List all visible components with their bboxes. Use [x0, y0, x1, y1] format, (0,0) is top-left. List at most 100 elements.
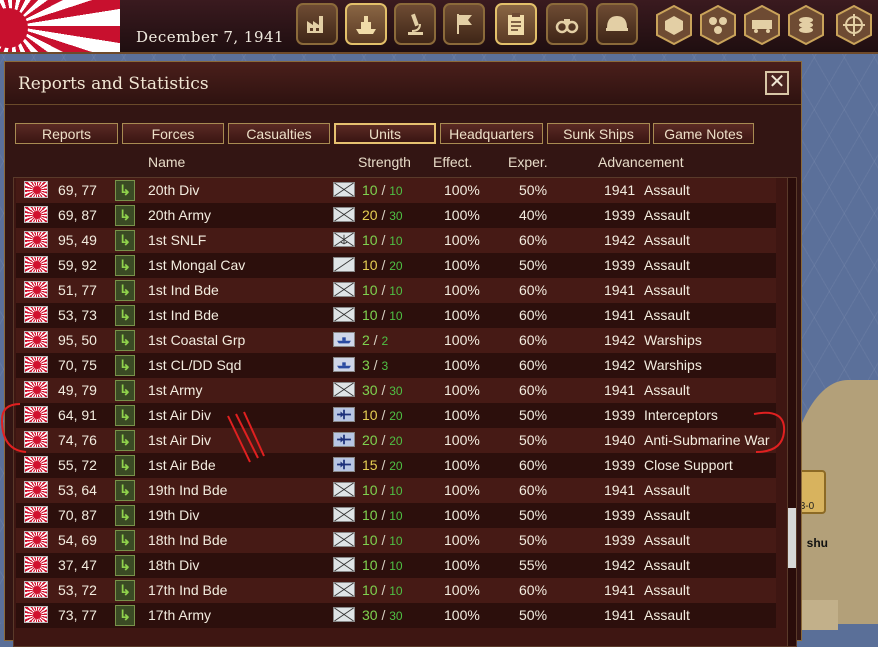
tab-sunk-ships[interactable]: Sunk Ships [547, 123, 650, 144]
tab-forces[interactable]: Forces [122, 123, 224, 144]
table-row[interactable]: 95, 49 ↳ 1st SNLF 10 / 10 100% 60% 1942 Assault [16, 228, 776, 253]
unit-strength-max: 10 [389, 184, 403, 198]
unit-strength: 15 / 20 [362, 457, 403, 473]
unit-name[interactable]: 1st Air Bde [148, 457, 216, 473]
unit-name[interactable]: 20th Army [148, 207, 211, 223]
table-row[interactable]: 69, 77 ↳ 20th Div 10 / 10 100% 50% 1941 Assault [16, 178, 776, 203]
unit-name[interactable]: 17th Army [148, 607, 211, 623]
goto-unit-button[interactable]: ↳ [115, 430, 135, 451]
unit-advancement-year: 1941 [604, 182, 636, 198]
unit-strength: 30 / 30 [362, 382, 403, 398]
goto-unit-button[interactable]: ↳ [115, 330, 135, 351]
table-row[interactable]: 49, 79 ↳ 1st Army 30 / 30 100% 60% 1941 Assault [16, 378, 776, 403]
unit-name[interactable]: 20th Div [148, 182, 199, 198]
column-header-effect[interactable]: Effect. [433, 154, 472, 170]
tab-game-notes[interactable]: Game Notes [653, 123, 754, 144]
table-row[interactable]: 64, 91 ↳ 1st Air Div 10 / 20 100% 50% 1939 Inte… [16, 403, 776, 428]
column-header-advancement[interactable]: Advancement [598, 154, 684, 170]
unit-type-air-icon [333, 407, 355, 422]
goto-unit-button[interactable]: ↳ [115, 405, 135, 426]
hex-tile-button[interactable] [655, 5, 693, 45]
goto-unit-button[interactable]: ↳ [115, 355, 135, 376]
table-row[interactable]: 55, 72 ↳ 1st Air Bde 15 / 20 100% 60% 1939 Clos… [16, 453, 776, 478]
unit-effectiveness: 100% [444, 557, 480, 573]
unit-advancement: Assault [644, 482, 690, 498]
unit-strength-current: 15 [362, 457, 378, 473]
goto-unit-button[interactable]: ↳ [115, 455, 135, 476]
tab-units[interactable]: Units [334, 123, 436, 144]
units-table: 69, 77 ↳ 20th Div 10 / 10 100% 50% 1941 Assault… [13, 177, 797, 647]
goto-unit-button[interactable]: ↳ [115, 505, 135, 526]
unit-name[interactable]: 1st Army [148, 382, 202, 398]
unit-name[interactable]: 1st Ind Bde [148, 307, 219, 323]
goto-unit-button[interactable]: ↳ [115, 180, 135, 201]
unit-name[interactable]: 17th Ind Bde [148, 582, 227, 598]
unit-name[interactable]: 19th Ind Bde [148, 482, 227, 498]
japan-flag-icon [24, 256, 48, 273]
naval-button[interactable] [345, 3, 387, 45]
supply-button[interactable] [743, 5, 781, 45]
army-button[interactable] [596, 3, 638, 45]
tab-headquarters[interactable]: Headquarters [440, 123, 543, 144]
table-row[interactable]: 70, 87 ↳ 19th Div 10 / 10 100% 50% 1939 Assault [16, 503, 776, 528]
reports-button[interactable] [495, 3, 537, 45]
table-row[interactable]: 95, 50 ↳ 1st Coastal Grp 2 / 2 100% 60% 1942 Wa… [16, 328, 776, 353]
tab-casualties[interactable]: Casualties [228, 123, 330, 144]
goto-unit-button[interactable]: ↳ [115, 555, 135, 576]
unit-name[interactable]: 1st Air Div [148, 407, 211, 423]
table-row[interactable]: 53, 72 ↳ 17th Ind Bde 10 / 10 100% 60% 1941 Ass… [16, 578, 776, 603]
table-row[interactable]: 37, 47 ↳ 18th Div 10 / 10 100% 55% 1942 Assault [16, 553, 776, 578]
unit-experience: 50% [519, 607, 548, 623]
tab-reports[interactable]: Reports [15, 123, 118, 144]
goto-unit-button[interactable]: ↳ [115, 230, 135, 251]
unit-strength-current: 10 [362, 507, 378, 523]
unit-name[interactable]: 19th Div [148, 507, 199, 523]
table-row[interactable]: 70, 75 ↳ 1st CL/DD Sqd 3 / 3 100% 60% 1942 Wars… [16, 353, 776, 378]
unit-name[interactable]: 1st Air Div [148, 432, 211, 448]
scrollbar-thumb[interactable] [788, 508, 796, 568]
economy-button[interactable] [787, 5, 825, 45]
table-row[interactable]: 73, 77 ↳ 17th Army 30 / 30 100% 50% 1941 Assaul… [16, 603, 776, 628]
research-button[interactable] [394, 3, 436, 45]
japan-flag-icon [24, 206, 48, 223]
goto-unit-button[interactable]: ↳ [115, 380, 135, 401]
goto-unit-button[interactable]: ↳ [115, 255, 135, 276]
column-header-name[interactable]: Name [148, 154, 185, 170]
goto-unit-button[interactable]: ↳ [115, 530, 135, 551]
unit-name[interactable]: 1st SNLF [148, 232, 206, 248]
unit-name[interactable]: 1st Ind Bde [148, 282, 219, 298]
table-row[interactable]: 53, 73 ↳ 1st Ind Bde 10 / 10 100% 60% 1941 Assa… [16, 303, 776, 328]
column-header-exper[interactable]: Exper. [508, 154, 548, 170]
column-header-strength[interactable]: Strength [358, 154, 411, 170]
goto-unit-button[interactable]: ↳ [115, 480, 135, 501]
unit-name[interactable]: 1st Mongal Cav [148, 257, 245, 273]
unit-name[interactable]: 1st Coastal Grp [148, 332, 245, 348]
table-row[interactable]: 74, 76 ↳ 1st Air Div 20 / 20 100% 50% 1940 Anti… [16, 428, 776, 453]
unit-experience: 60% [519, 382, 548, 398]
unit-name[interactable]: 18th Div [148, 557, 199, 573]
goto-unit-button[interactable]: ↳ [115, 205, 135, 226]
unit-effectiveness: 100% [444, 607, 480, 623]
game-date: December 7, 1941 [136, 28, 285, 46]
hex-grid-button[interactable] [699, 5, 737, 45]
table-row[interactable]: 53, 64 ↳ 19th Ind Bde 10 / 10 100% 60% 1941 Ass… [16, 478, 776, 503]
intelligence-button[interactable] [546, 3, 588, 45]
production-button[interactable] [296, 3, 338, 45]
goto-unit-button[interactable]: ↳ [115, 580, 135, 601]
objectives-button[interactable] [443, 3, 485, 45]
unit-strength-current: 10 [362, 182, 378, 198]
goto-unit-button[interactable]: ↳ [115, 305, 135, 326]
unit-advancement: Interceptors [644, 407, 718, 423]
table-row[interactable]: 59, 92 ↳ 1st Mongal Cav 10 / 20 100% 50% 1939 A… [16, 253, 776, 278]
goto-unit-button[interactable]: ↳ [115, 280, 135, 301]
close-button[interactable]: ✕ [765, 71, 789, 95]
unit-effectiveness: 100% [444, 507, 480, 523]
scrollbar[interactable] [787, 178, 796, 646]
table-row[interactable]: 69, 87 ↳ 20th Army 20 / 30 100% 40% 1939 Assaul… [16, 203, 776, 228]
unit-name[interactable]: 1st CL/DD Sqd [148, 357, 241, 373]
goto-unit-button[interactable]: ↳ [115, 605, 135, 626]
target-button[interactable] [835, 5, 873, 45]
table-row[interactable]: 54, 69 ↳ 18th Ind Bde 10 / 10 100% 50% 1939 Ass… [16, 528, 776, 553]
table-row[interactable]: 51, 77 ↳ 1st Ind Bde 10 / 10 100% 60% 1941 Assa… [16, 278, 776, 303]
unit-name[interactable]: 18th Ind Bde [148, 532, 227, 548]
